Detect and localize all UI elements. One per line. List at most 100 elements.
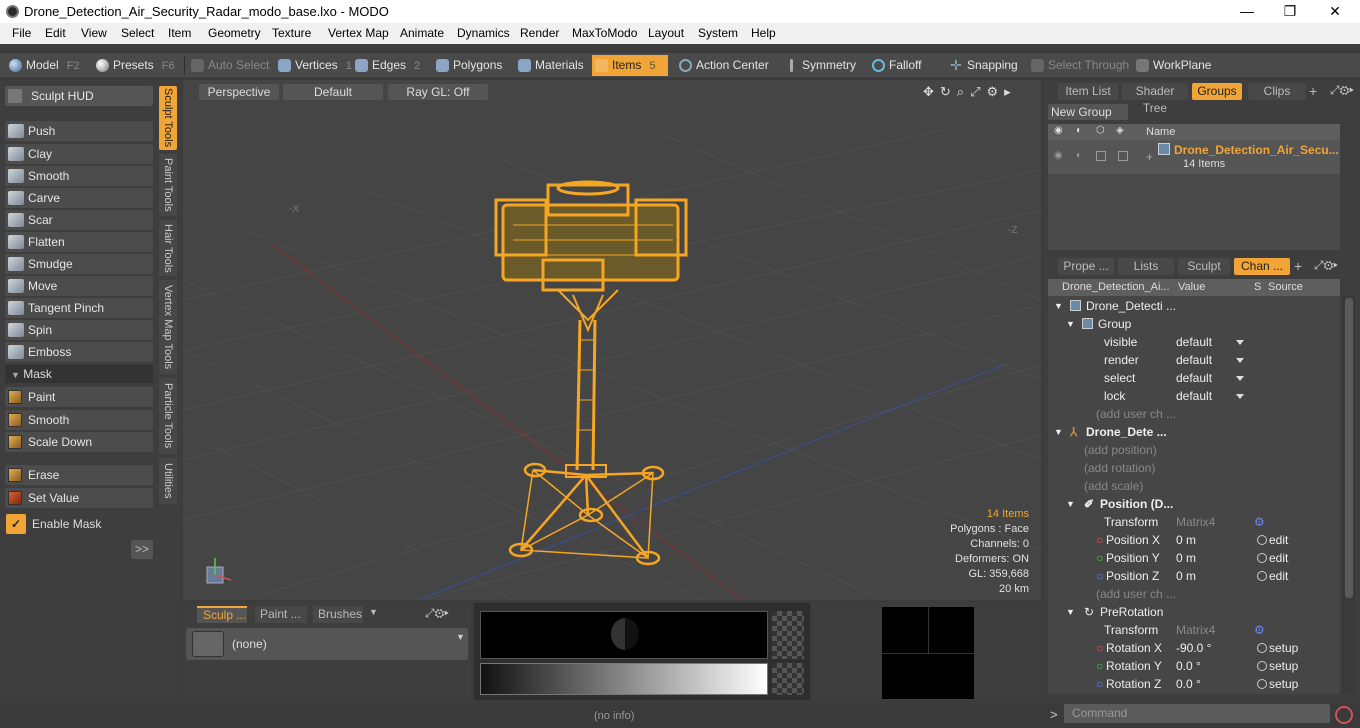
chevron-down-icon[interactable] (1236, 340, 1244, 345)
set-value-button[interactable]: Set Value (5, 488, 153, 508)
vtab-hair-tools[interactable]: Hair Tools (159, 220, 177, 276)
channel-row-position[interactable]: ▼ ✐ Position (D... (1048, 495, 1340, 513)
visibility-toggle-icon[interactable]: ◉ (1054, 150, 1063, 161)
expand-button[interactable]: >> (131, 540, 153, 559)
scrollbar-thumb[interactable] (1345, 298, 1353, 598)
tab-shader-tree[interactable]: Shader Tree (1122, 83, 1188, 115)
materials-button[interactable]: Materials (515, 55, 589, 76)
menu-view[interactable]: View (81, 26, 107, 40)
action-center-button[interactable]: Action Center (676, 55, 771, 76)
add-tab-icon[interactable]: + (1309, 83, 1317, 99)
channel-row-position-x[interactable]: ○ Position X 0 m edit (1048, 531, 1340, 549)
channel-row-locator[interactable]: ▼ ⅄ Drone_Dete ... (1048, 423, 1340, 441)
channel-row-add-user-2[interactable]: (add user ch ... (1048, 585, 1340, 603)
brush-preset-dropdown[interactable]: (none) ▼ (186, 628, 468, 660)
tool-tangent-pinch[interactable]: Tangent Pinch (5, 298, 153, 318)
channel-value[interactable]: 0 m (1176, 549, 1196, 567)
model-layout-button[interactable]: Model F2 (6, 55, 91, 76)
channel-value[interactable]: default (1176, 387, 1212, 405)
tool-smooth[interactable]: Smooth (5, 166, 153, 186)
channel-row-select[interactable]: select default (1048, 369, 1340, 387)
group-row[interactable]: ◉ ◐ + Drone_Detection_Air_Secu... 14 Ite… (1048, 140, 1340, 174)
channel-row-position-z[interactable]: ○ Position Z 0 m edit (1048, 567, 1340, 585)
vertices-button[interactable]: Vertices 1 (275, 55, 352, 76)
channel-row-add-position[interactable]: (add position) (1048, 441, 1340, 459)
channel-row-render[interactable]: render default (1048, 351, 1340, 369)
chevron-down-icon[interactable] (1236, 394, 1244, 399)
auto-select-button[interactable]: Auto Select (188, 55, 272, 76)
lock-icon[interactable]: ⬡ (1096, 125, 1105, 136)
channel-row-rotation-y[interactable]: ○ Rotation Y 0.0 ° setup (1048, 657, 1340, 675)
select-checkbox[interactable] (1118, 151, 1128, 161)
link-icon[interactable]: ⚙ (1254, 621, 1265, 639)
mask-tool-smooth[interactable]: Smooth (5, 410, 153, 430)
tab-item-list[interactable]: Item List (1058, 83, 1118, 100)
mask-tool-scale-down[interactable]: Scale Down (5, 432, 153, 452)
panel-options-icon[interactable]: ⤢⚙▸ (1330, 83, 1354, 98)
vtab-paint-tools[interactable]: Paint Tools (159, 154, 177, 216)
keyframe-circle[interactable] (1257, 553, 1267, 563)
minimize-button[interactable]: — (1227, 1, 1267, 21)
render-toggle-icon[interactable]: ◐ (1076, 150, 1082, 161)
tab-clips[interactable]: Clips (1248, 83, 1306, 100)
tool-push[interactable]: Push (5, 121, 153, 141)
menu-edit[interactable]: Edit (45, 26, 66, 40)
new-group-button[interactable]: New Group (1048, 104, 1128, 120)
menu-texture[interactable]: Texture (272, 26, 311, 40)
keyframe-circle[interactable] (1257, 571, 1267, 581)
menu-system[interactable]: System (698, 26, 738, 40)
tab-paint-brushes[interactable]: Paint ... (255, 606, 307, 623)
tab-sculpt-brushes[interactable]: Sculp ... (197, 606, 247, 623)
view-type-dropdown[interactable]: Perspective (199, 84, 279, 100)
channel-value[interactable]: 0.0 ° (1176, 657, 1201, 675)
chevron-down-icon[interactable] (1236, 358, 1244, 363)
link-icon[interactable]: ⚙ (1254, 513, 1265, 531)
viewport-nav-icons[interactable]: ✥↻⌕⤢⚙▸ (923, 84, 1033, 100)
tab-channels[interactable]: Chan ... (1234, 258, 1290, 275)
keyframe-circle[interactable] (1257, 535, 1267, 545)
expand-icon[interactable]: + (1146, 150, 1153, 164)
channel-row-transform[interactable]: Transform Matrix4 ⚙ (1048, 513, 1340, 531)
snapping-button[interactable]: ✛ Snapping (947, 55, 1023, 76)
add-tab-icon[interactable]: + (1294, 258, 1302, 274)
menu-render[interactable]: Render (520, 26, 559, 40)
vtab-vertex-map-tools[interactable]: Vertex Map Tools (159, 280, 177, 374)
mask-section-header[interactable]: ▼ Mask (5, 365, 153, 383)
tab-brushes[interactable]: Brushes (313, 606, 363, 623)
polygons-button[interactable]: Polygons (433, 55, 509, 76)
channel-value[interactable]: 0.0 ° (1176, 675, 1201, 693)
menu-dynamics[interactable]: Dynamics (457, 26, 510, 40)
workplane-button[interactable]: WorkPlane (1133, 55, 1213, 76)
channel-row-lock[interactable]: lock default (1048, 387, 1340, 405)
menu-item[interactable]: Item (168, 26, 191, 40)
record-icon[interactable] (1335, 706, 1353, 724)
erase-button[interactable]: Erase (5, 465, 153, 485)
tab-lists[interactable]: Lists (1118, 258, 1174, 275)
channel-row-rotation-x[interactable]: ○ Rotation X -90.0 ° setup (1048, 639, 1340, 657)
symmetry-button[interactable]: Symmetry (782, 55, 862, 76)
channel-row-add-scale[interactable]: (add scale) (1048, 477, 1340, 495)
tool-clay[interactable]: Clay (5, 144, 153, 164)
items-button[interactable]: Items 5 (592, 55, 668, 76)
eye-icon[interactable]: ◉ (1054, 125, 1063, 136)
vtab-particle-tools[interactable]: Particle Tools (159, 378, 177, 454)
channel-value[interactable]: default (1176, 333, 1212, 351)
keyframe-circle[interactable] (1257, 679, 1267, 689)
tool-move[interactable]: Move (5, 276, 153, 296)
tab-properties[interactable]: Prope ... (1058, 258, 1114, 275)
select-icon[interactable]: ◈ (1116, 125, 1124, 136)
panel-options-icon[interactable]: ⤢⚙▸ (425, 606, 449, 621)
3d-viewport[interactable]: Perspective Default Ray GL: Off ✥↻⌕⤢⚙▸ -… (183, 80, 1041, 600)
menu-animate[interactable]: Animate (400, 26, 444, 40)
menu-vertex-map[interactable]: Vertex Map (328, 26, 389, 40)
keyframe-circle[interactable] (1257, 643, 1267, 653)
close-button[interactable]: ✕ (1315, 1, 1355, 21)
channel-row-rotation-z[interactable]: ○ Rotation Z 0.0 ° setup (1048, 675, 1340, 693)
channel-row-root[interactable]: ▼ Drone_Detecti ... (1048, 297, 1340, 315)
channel-row-add-rotation[interactable]: (add rotation) (1048, 459, 1340, 477)
tab-sculpt[interactable]: Sculpt (1178, 258, 1230, 275)
tabs-dropdown-icon[interactable]: ▼ (369, 607, 378, 617)
menu-maxtomodo[interactable]: MaxToModo (572, 26, 637, 40)
menu-file[interactable]: File (12, 26, 31, 40)
tool-carve[interactable]: Carve (5, 188, 153, 208)
